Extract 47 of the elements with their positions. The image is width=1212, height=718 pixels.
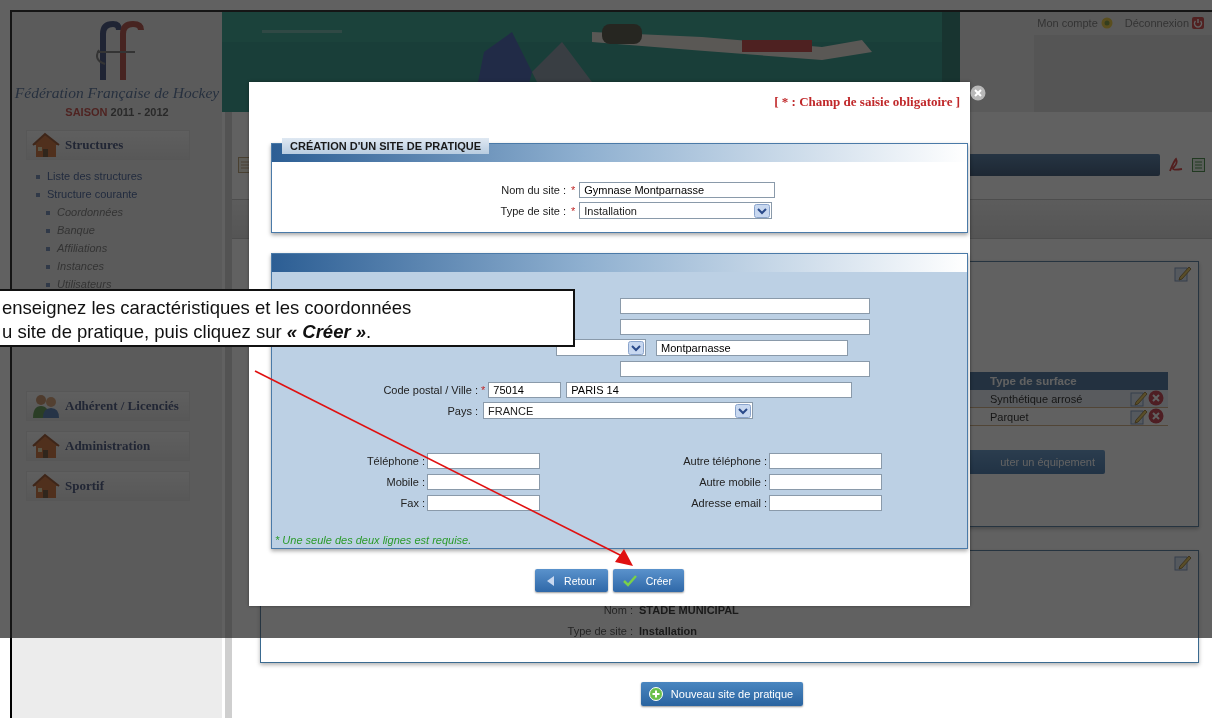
text-field[interactable]: Montparnasse xyxy=(656,339,848,356)
new-site-button[interactable]: Nouveau site de pratique xyxy=(640,682,804,706)
text-field[interactable] xyxy=(769,453,882,469)
callout-text: enseignez les caractéristiques et les coordonnées u site de pratique, puis cliquez sur « Créer ». xyxy=(2,296,412,344)
field-label: Fax : xyxy=(399,497,426,509)
dropdown[interactable] xyxy=(556,339,646,356)
dropdown[interactable]: FRANCE xyxy=(483,402,753,419)
back-arrow-icon xyxy=(545,574,556,587)
field-label: Autre téléphone : xyxy=(682,455,768,467)
field-label: Autre mobile : xyxy=(698,476,768,488)
field-label: Type de site : xyxy=(499,204,567,217)
field-label: Téléphone : xyxy=(365,455,426,467)
field-label: Code postal / Ville : xyxy=(382,383,479,396)
text-field[interactable]: PARIS 14 xyxy=(566,381,853,398)
text-field[interactable]: 75014 xyxy=(488,381,562,398)
dropdown[interactable]: Installation xyxy=(579,202,773,219)
required-mark: * xyxy=(480,383,487,396)
text-field[interactable] xyxy=(769,495,882,511)
checkmark-icon xyxy=(622,574,637,587)
text-field[interactable] xyxy=(620,360,870,377)
create-button[interactable]: Créer xyxy=(612,569,684,592)
text-field[interactable] xyxy=(427,474,540,490)
section-title: CRÉATION D'UN SITE DE PRATIQUE xyxy=(282,138,490,154)
field-label: Mobile : xyxy=(385,476,426,488)
text-field[interactable] xyxy=(769,474,882,490)
field-value: Installation xyxy=(639,625,699,637)
field-label: Pays : xyxy=(446,404,479,417)
field-label: Type de site : xyxy=(566,625,634,637)
text-field[interactable] xyxy=(427,495,540,511)
text-field[interactable] xyxy=(620,318,870,335)
text-field[interactable]: Gymnase Montparnasse xyxy=(579,181,776,198)
close-icon[interactable] xyxy=(970,85,986,101)
field-label: Nom du site : xyxy=(500,183,567,196)
required-note: [ * : Champ de saisie obligatoire ] xyxy=(773,93,961,111)
chevron-down-icon xyxy=(735,403,751,418)
field-label: Adresse email : xyxy=(690,497,768,509)
field-label: Nom : xyxy=(602,604,634,616)
required-mark: * xyxy=(570,204,577,217)
footnote: * Une seule des deux lignes est requise. xyxy=(275,534,473,546)
chevron-down-icon xyxy=(628,340,644,355)
back-button[interactable]: Retour xyxy=(535,569,608,592)
field-value: STADE MUNICIPAL xyxy=(639,604,740,616)
chevron-down-icon xyxy=(754,203,771,218)
required-mark: * xyxy=(570,183,577,196)
text-field[interactable] xyxy=(427,453,540,469)
text-field[interactable] xyxy=(620,297,870,314)
plus-icon xyxy=(648,687,663,701)
